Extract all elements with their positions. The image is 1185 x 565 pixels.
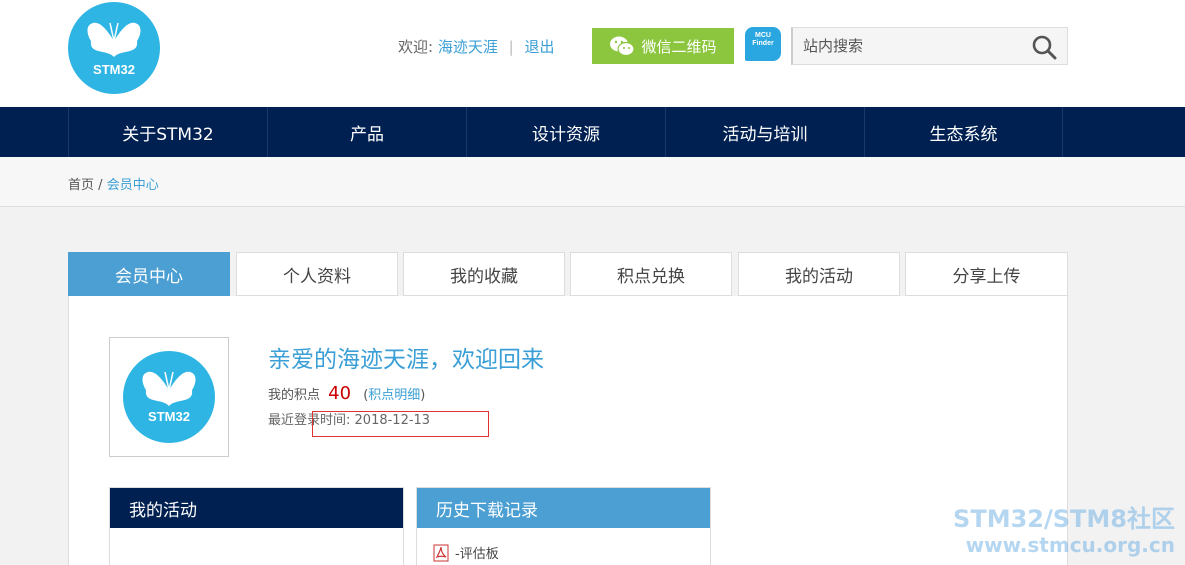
logout-link[interactable]: 退出 xyxy=(524,38,554,56)
breadcrumb-bar: 首页 / 会员中心 xyxy=(0,157,1185,207)
points-detail-link[interactable]: 积点明细 xyxy=(368,388,420,403)
watermark-line2: www.stmcu.org.cn xyxy=(965,533,1175,557)
download-history-title: 历史下载记录 xyxy=(417,488,710,528)
nav-item-events[interactable]: 活动与培训 xyxy=(665,107,864,157)
nav-item-about[interactable]: 关于STM32 xyxy=(68,107,267,157)
welcome-divider: | xyxy=(508,38,514,56)
watermark-line1: STM32/STM8社区 xyxy=(953,505,1175,533)
breadcrumb-home[interactable]: 首页 xyxy=(68,178,94,193)
nav-item-design-resources[interactable]: 设计资源 xyxy=(466,107,665,157)
nav-item-ecosystem[interactable]: 生态系统 xyxy=(864,107,1063,157)
points-label: 我的积点 xyxy=(268,388,321,403)
site-header: STM32 欢迎: 海迹天涯 | 退出 微信二维码 MCU Finder xyxy=(0,0,1185,107)
page: STM32 欢迎: 海迹天涯 | 退出 微信二维码 MCU Finder 站内搜… xyxy=(0,0,1185,565)
greeting-title: 亲爱的海迹天涯，欢迎回来 xyxy=(268,347,544,373)
avatar-text: STM32 xyxy=(148,409,190,424)
search-icon[interactable] xyxy=(1031,34,1057,60)
tab-share-upload[interactable]: 分享上传 xyxy=(905,252,1068,296)
highlight-box xyxy=(312,411,489,437)
welcome-label: 欢迎: xyxy=(398,38,434,56)
username-link[interactable]: 海迹天涯 xyxy=(438,38,498,56)
butterfly-icon xyxy=(142,371,196,406)
main-nav: 关于STM32 产品 设计资源 活动与培训 生态系统 xyxy=(0,107,1185,157)
site-watermark: STM32/STM8社区 www.stmcu.org.cn xyxy=(953,506,1175,558)
search-input[interactable] xyxy=(803,36,1023,56)
welcome-bar: 欢迎: 海迹天涯 | 退出 xyxy=(398,36,555,57)
mcu-finder-badge[interactable]: MCU Finder xyxy=(745,27,781,61)
butterfly-icon xyxy=(87,22,141,57)
mcu-badge-line2: Finder xyxy=(752,40,774,47)
download-item-label: -评估板 xyxy=(455,547,499,562)
tab-my-activities[interactable]: 我的活动 xyxy=(738,252,900,296)
download-item[interactable]: -评估板 xyxy=(433,543,499,562)
points-value: 40 xyxy=(328,383,352,404)
logo-text: STM32 xyxy=(93,62,135,77)
points-paren-close: ) xyxy=(420,388,426,403)
breadcrumb: 首页 / 会员中心 xyxy=(68,174,159,193)
nav-item-products[interactable]: 产品 xyxy=(267,107,466,157)
tab-profile[interactable]: 个人资料 xyxy=(236,252,398,296)
mcu-badge-line1: MCU xyxy=(755,32,771,39)
tab-points-exchange[interactable]: 积点兑换 xyxy=(570,252,732,296)
points-line: 我的积点 40 (积点明细) xyxy=(268,383,425,404)
my-activities-card: 我的活动 xyxy=(109,487,404,565)
breadcrumb-separator: / xyxy=(98,178,103,193)
stm32-logo[interactable]: STM32 xyxy=(68,2,160,94)
search-box xyxy=(791,27,1068,65)
download-history-card: 历史下载记录 -评估板 xyxy=(416,487,711,565)
avatar-logo: STM32 xyxy=(123,351,215,443)
wechat-button-label: 微信二维码 xyxy=(641,37,717,56)
tab-favorites[interactable]: 我的收藏 xyxy=(403,252,565,296)
tab-member-center[interactable]: 会员中心 xyxy=(68,252,230,296)
my-activities-title: 我的活动 xyxy=(110,488,403,528)
breadcrumb-current[interactable]: 会员中心 xyxy=(107,178,159,193)
pdf-icon xyxy=(433,544,449,561)
wechat-qr-button[interactable]: 微信二维码 xyxy=(592,28,734,64)
wechat-icon xyxy=(610,36,636,57)
avatar: STM32 xyxy=(109,337,229,457)
